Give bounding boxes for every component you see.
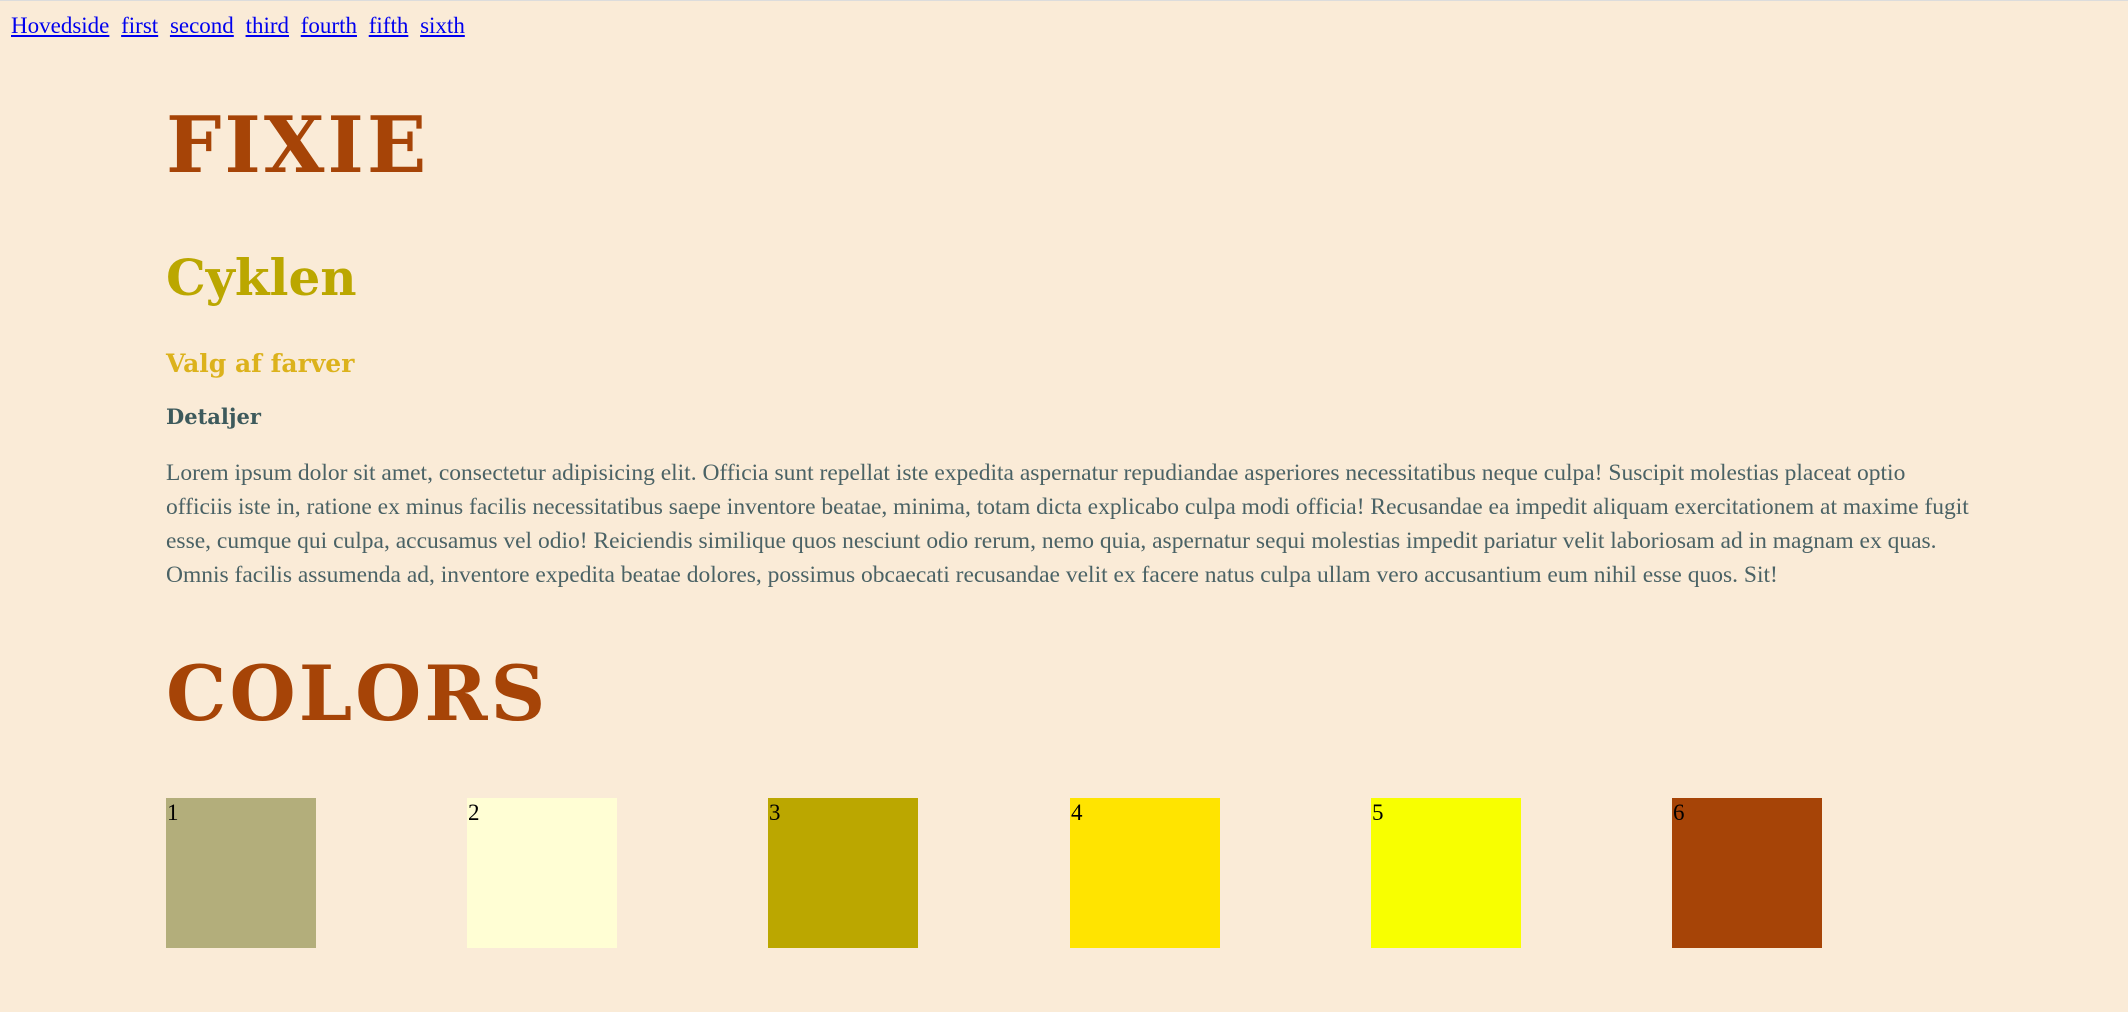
color-swatch-row: 1 2 3 4 5 6 [166, 798, 1966, 948]
color-swatch: 2 [467, 798, 617, 948]
nav-link-third[interactable]: third [246, 13, 289, 38]
nav-link-fifth[interactable]: fifth [369, 13, 409, 38]
details-heading: Detaljer [166, 404, 261, 429]
color-swatch: 5 [1371, 798, 1521, 948]
color-swatch: 6 [1672, 798, 1822, 948]
section-heading: Valg af farver [166, 349, 355, 378]
color-swatch: 1 [166, 798, 316, 948]
nav-link-fourth[interactable]: fourth [301, 13, 357, 38]
body-paragraph: Lorem ipsum dolor sit amet, consectetur … [166, 460, 1969, 588]
colors-title: COLORS [166, 649, 549, 738]
color-swatch: 4 [1070, 798, 1220, 948]
page-subtitle: Cyklen [166, 248, 357, 307]
nav-link-hovedside[interactable]: Hovedside [11, 13, 109, 38]
top-nav: Hovedside first second third fourth fift… [11, 11, 471, 41]
color-swatch: 3 [768, 798, 918, 948]
nav-link-second[interactable]: second [170, 13, 234, 38]
page-title: FIXIE [166, 100, 430, 191]
nav-link-first[interactable]: first [121, 13, 158, 38]
nav-link-sixth[interactable]: sixth [420, 13, 465, 38]
